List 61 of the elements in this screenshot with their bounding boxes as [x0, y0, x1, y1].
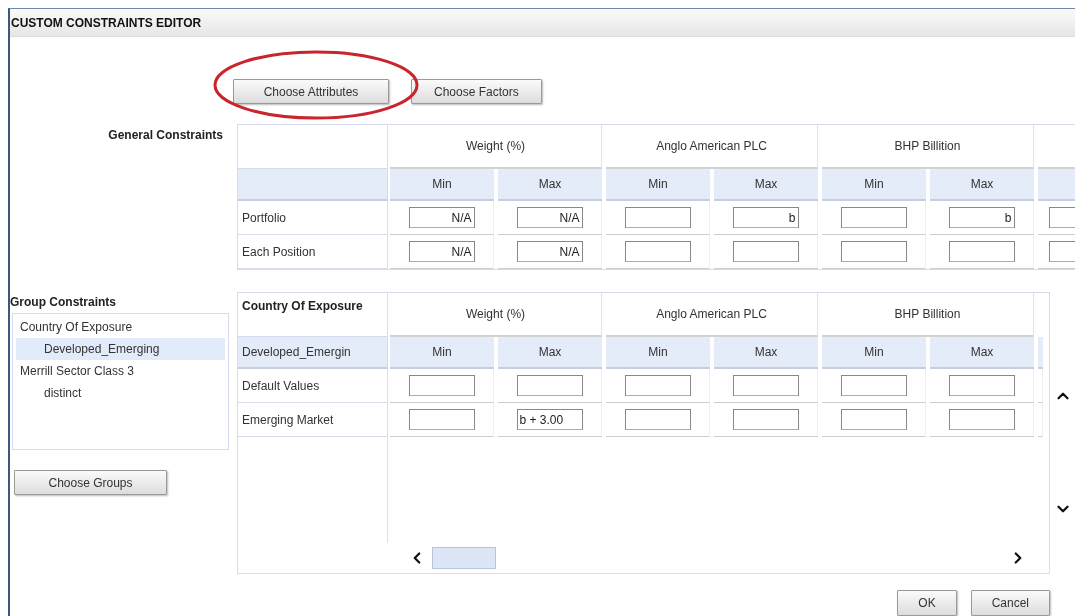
- value-field[interactable]: b: [948, 207, 1015, 228]
- column-subheader: Max: [930, 337, 1034, 369]
- value-field[interactable]: N/A: [408, 207, 475, 228]
- window-title: CUSTOM CONSTRAINTS EDITOR: [11, 15, 202, 30]
- value-field[interactable]: [948, 241, 1015, 262]
- column-header: Anglo American PLC: [606, 125, 818, 169]
- column-subheader: Min: [822, 169, 926, 201]
- list-item[interactable]: Developed_Emerging: [16, 338, 225, 360]
- column-subheader: Min: [390, 169, 494, 201]
- value-field[interactable]: [840, 207, 907, 228]
- value-field[interactable]: [408, 375, 475, 396]
- dialog-button[interactable]: Cancel: [970, 590, 1050, 616]
- value-field[interactable]: [732, 241, 799, 262]
- column-subheader: Min: [822, 337, 926, 369]
- value-field[interactable]: [624, 409, 691, 430]
- section-title: Group Constraints: [10, 295, 117, 309]
- column-subheader: Max: [714, 337, 818, 369]
- dialog-button[interactable]: OK: [897, 590, 957, 616]
- column-subheader: Min: [606, 169, 710, 201]
- value-field[interactable]: [840, 375, 907, 396]
- column-subheader: Min: [390, 337, 494, 369]
- column-subheader: Max: [930, 169, 1034, 201]
- value-field[interactable]: [840, 409, 907, 430]
- row-label: Each Position: [238, 235, 388, 269]
- list-item[interactable]: Country Of Exposure: [16, 316, 225, 338]
- value-field[interactable]: [948, 375, 1015, 396]
- column-subheader: Min: [606, 337, 710, 369]
- value-field[interactable]: b + 3.00: [516, 409, 583, 430]
- choose-groups-button[interactable]: Choose Groups: [14, 470, 167, 495]
- value-field[interactable]: [408, 409, 475, 430]
- choose-button[interactable]: Choose Attributes: [233, 79, 389, 104]
- value-field[interactable]: N/A: [408, 241, 475, 262]
- value-field[interactable]: [516, 375, 583, 396]
- column-subheader: Max: [498, 169, 602, 201]
- value-field[interactable]: [624, 241, 691, 262]
- value-field[interactable]: N/A: [516, 241, 583, 262]
- row-label: Emerging Market: [238, 403, 388, 437]
- value-field[interactable]: b: [732, 207, 799, 228]
- column-header: BHP Billition: [822, 293, 1034, 337]
- choose-button[interactable]: Choose Factors: [411, 79, 542, 104]
- column-header: BHP Billition: [822, 125, 1034, 169]
- column-subheader: Max: [714, 169, 818, 201]
- value-field[interactable]: [624, 375, 691, 396]
- value-field[interactable]: [840, 241, 907, 262]
- row-label: Default Values: [238, 369, 388, 403]
- column-header: Weight (%): [390, 293, 602, 337]
- list-item[interactable]: distinct: [16, 382, 225, 404]
- value-field[interactable]: [732, 409, 799, 430]
- value-field[interactable]: [624, 207, 691, 228]
- scroll-thumb[interactable]: [432, 547, 496, 569]
- value-field[interactable]: [732, 375, 799, 396]
- value-field[interactable]: N/A: [516, 207, 583, 228]
- column-subheader: Max: [498, 337, 602, 369]
- row-label: Portfolio: [238, 201, 388, 235]
- section-title: General Constraints: [108, 128, 224, 142]
- value-field[interactable]: [948, 409, 1015, 430]
- column-header: Weight (%): [390, 125, 602, 169]
- list-item[interactable]: Merrill Sector Class 3: [16, 360, 225, 382]
- group-header: Developed_Emergin: [238, 337, 388, 369]
- column-header: Anglo American PLC: [606, 293, 818, 337]
- column-subheader: [1038, 337, 1043, 369]
